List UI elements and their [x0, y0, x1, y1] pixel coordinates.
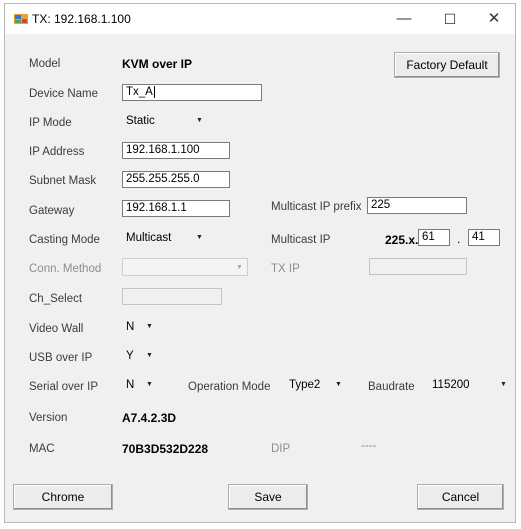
- multicast-ip-label: Multicast IP: [271, 234, 331, 246]
- dropdown-arrow-icon: ▼: [335, 381, 342, 388]
- chrome-button[interactable]: Chrome: [13, 484, 113, 510]
- ip-mode-label: IP Mode: [29, 117, 72, 129]
- serial-over-ip-label: Serial over IP: [29, 381, 99, 393]
- baudrate-label: Baudrate: [368, 381, 415, 393]
- operation-mode-value: Type2: [289, 379, 321, 391]
- dropdown-arrow-icon: ▼: [146, 323, 153, 330]
- usb-over-ip-label: USB over IP: [29, 352, 93, 364]
- device-name-field[interactable]: Tx_A: [122, 84, 262, 101]
- model-value: KVM over IP: [122, 57, 193, 71]
- conn-method-select[interactable]: ▼: [122, 258, 248, 276]
- casting-mode-select[interactable]: Multicast ▼: [122, 229, 212, 247]
- ip-mode-value: Static: [126, 115, 155, 127]
- multicast-ip-dot: .: [457, 232, 461, 246]
- dropdown-arrow-icon: ▼: [146, 381, 153, 388]
- mac-value: 70B3D532D228: [122, 442, 209, 456]
- usb-over-ip-value: Y: [126, 350, 134, 362]
- video-wall-value: N: [126, 321, 135, 333]
- casting-mode-value: Multicast: [126, 232, 172, 244]
- app-window-icon: [14, 14, 28, 24]
- text-cursor: [153, 85, 155, 98]
- ip-address-label: IP Address: [29, 146, 85, 158]
- save-button[interactable]: Save: [228, 484, 308, 510]
- ip-mode-select[interactable]: Static ▼: [122, 112, 212, 130]
- factory-default-button[interactable]: Factory Default: [394, 52, 500, 78]
- subnet-mask-label: Subnet Mask: [29, 175, 97, 187]
- video-wall-select[interactable]: N ▼: [122, 318, 162, 336]
- ch-select-label: Ch_Select: [29, 293, 83, 305]
- cancel-button[interactable]: Cancel: [417, 484, 504, 510]
- model-label: Model: [29, 58, 61, 70]
- serial-over-ip-value: N: [126, 379, 135, 391]
- gateway-field[interactable]: 192.168.1.1: [122, 200, 230, 217]
- subnet-mask-field[interactable]: 255.255.255.0: [122, 171, 230, 188]
- dropdown-arrow-icon: ▼: [236, 264, 243, 271]
- dropdown-arrow-icon: ▼: [196, 117, 203, 124]
- multicast-ip-octet3-field[interactable]: 61: [418, 229, 450, 246]
- operation-mode-label: Operation Mode: [188, 381, 271, 393]
- dropdown-arrow-icon: ▼: [196, 234, 203, 241]
- close-button[interactable]: ✕: [471, 4, 517, 34]
- multicast-ip-octet4-field[interactable]: 41: [468, 229, 500, 246]
- usb-over-ip-select[interactable]: Y ▼: [122, 347, 162, 365]
- ch-select-field[interactable]: [122, 288, 222, 305]
- version-value: A7.4.2.3D: [122, 411, 177, 425]
- window-title: TX: 192.168.1.100: [32, 12, 131, 26]
- dip-value: ----: [361, 440, 377, 452]
- casting-mode-label: Casting Mode: [29, 234, 100, 246]
- device-name-value: Tx_A: [126, 86, 153, 98]
- dropdown-arrow-icon: ▼: [146, 352, 153, 359]
- conn-method-label: Conn. Method: [29, 263, 102, 275]
- baudrate-select[interactable]: 115200 ▼: [428, 376, 512, 394]
- video-wall-label: Video Wall: [29, 323, 84, 335]
- dropdown-arrow-icon: ▼: [500, 381, 507, 388]
- multicast-ip-prefix-field[interactable]: 225: [367, 197, 467, 214]
- baudrate-value: 115200: [432, 379, 470, 391]
- gateway-label: Gateway: [29, 205, 75, 217]
- serial-over-ip-select[interactable]: N ▼: [122, 376, 162, 394]
- mac-label: MAC: [29, 443, 55, 455]
- ip-address-field[interactable]: 192.168.1.100: [122, 142, 230, 159]
- maximize-button[interactable]: ☐: [427, 4, 473, 34]
- operation-mode-select[interactable]: Type2 ▼: [285, 376, 347, 394]
- tx-ip-field[interactable]: [369, 258, 467, 275]
- tx-config-window: TX: 192.168.1.100 — ☐ ✕ Model KVM over I…: [4, 3, 516, 523]
- version-label: Version: [29, 412, 68, 424]
- multicast-ip-prefix-label: Multicast IP prefix: [271, 201, 362, 213]
- tx-ip-label: TX IP: [271, 263, 300, 275]
- device-name-label: Device Name: [29, 88, 99, 100]
- dip-label: DIP: [271, 443, 291, 455]
- minimize-button[interactable]: —: [381, 4, 427, 34]
- title-bar[interactable]: TX: 192.168.1.100 — ☐ ✕: [5, 4, 515, 34]
- multicast-ip-prefix-text: 225.x.: [385, 233, 419, 247]
